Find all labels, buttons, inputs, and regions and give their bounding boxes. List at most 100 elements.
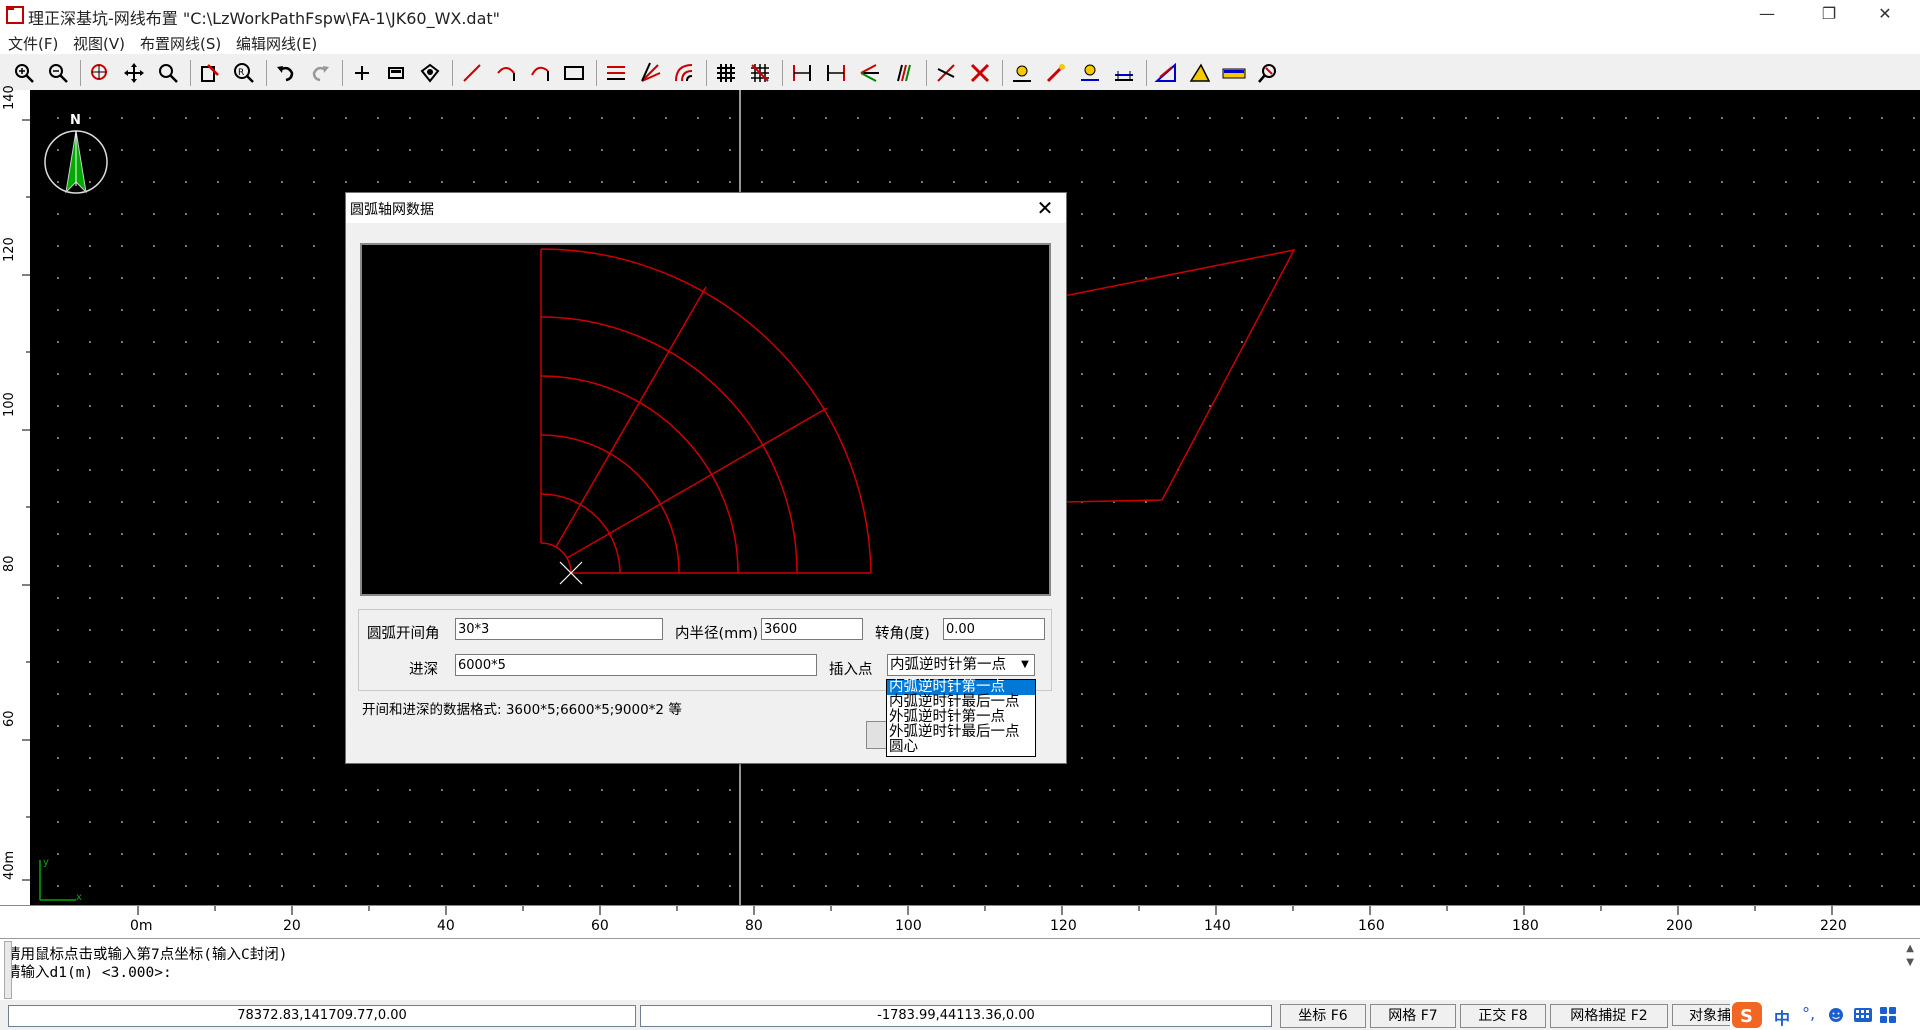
dialog-close-button[interactable]: ✕	[1032, 195, 1058, 221]
coord-toggle-button[interactable]: 坐标 F6	[1280, 1004, 1366, 1028]
emoji-icon[interactable]	[1828, 1007, 1844, 1023]
rectangle-select-icon[interactable]	[384, 61, 408, 85]
arc-bay-label: 圆弧开间角	[367, 626, 440, 642]
dialog-title: 圆弧轴网数据	[350, 202, 434, 218]
inspect-icon[interactable]	[1256, 61, 1280, 85]
dimension-2-icon[interactable]	[824, 61, 848, 85]
y-tick-label: 40m	[2, 850, 17, 880]
delete-icon[interactable]	[968, 61, 992, 85]
measure-icon[interactable]	[1112, 61, 1136, 85]
property-icon[interactable]	[418, 61, 442, 85]
redo-icon[interactable]	[308, 61, 332, 85]
dropdown-option[interactable]: 圆心	[887, 740, 1035, 755]
angle-icon[interactable]	[858, 61, 882, 85]
coordinate-readout-2: -1783.99,44113.36,0.00	[640, 1005, 1272, 1027]
arc-bay-input[interactable]: 30*3	[455, 618, 663, 640]
rotation-label: 转角(度)	[875, 626, 930, 642]
triangle-icon[interactable]	[1188, 61, 1212, 85]
pencil-icon[interactable]	[1044, 61, 1068, 85]
inner-radius-label: 内半径(mm)	[675, 626, 759, 642]
x-tick-label: 180	[1512, 918, 1539, 934]
app-icon	[6, 6, 24, 24]
dropdown-option[interactable]: 外弧逆时针第一点	[887, 710, 1035, 725]
y-tick-label: 60	[2, 710, 17, 727]
keyboard-icon[interactable]	[1854, 1008, 1872, 1022]
toolbar: R	[0, 54, 1920, 91]
arc-grid-dialog: 圆弧轴网数据 ✕ 圆弧开间角 30*3 内半径(mm) 3600 转角(度) 0…	[345, 192, 1067, 764]
zoom-in-icon[interactable]	[12, 61, 36, 85]
axis-icon[interactable]	[892, 61, 916, 85]
ortho-toggle-button[interactable]: 正交 F8	[1460, 1004, 1546, 1028]
rotation-input[interactable]: 0.00	[943, 618, 1045, 640]
x-tick-label: 160	[1358, 918, 1385, 934]
triangle-edit-icon[interactable]	[1154, 61, 1178, 85]
grid-delete-icon[interactable]	[748, 61, 772, 85]
x-tick-label: 20	[283, 918, 301, 934]
minimize-button[interactable]: —	[1744, 0, 1790, 30]
radial-lines-icon[interactable]	[638, 61, 662, 85]
x-tick-label: 220	[1820, 918, 1847, 934]
label-icon[interactable]	[1078, 61, 1102, 85]
insert-point-dropdown: 内弧逆时针第一点 内弧逆时针最后一点 外弧逆时针第一点 外弧逆时针最后一点 圆心	[886, 679, 1036, 757]
scroll-down-icon[interactable]: ▼	[1906, 957, 1914, 968]
depth-input[interactable]: 6000*5	[455, 654, 817, 676]
arc-lines-icon[interactable]	[672, 61, 696, 85]
zoom-window-icon[interactable]	[88, 61, 112, 85]
trim-icon[interactable]	[934, 61, 958, 85]
line-icon[interactable]	[460, 61, 484, 85]
ime-mode-label[interactable]: 中	[1774, 1005, 1790, 1029]
inner-radius-input[interactable]: 3600	[761, 618, 863, 640]
x-tick-label: 140	[1204, 918, 1231, 934]
ruler-icon[interactable]	[1222, 61, 1246, 85]
title-bar: 理正深基坑-网线布置 "C:\LzWorkPathFspw\FA-1\JK60_…	[0, 0, 1920, 30]
zoom-extents-icon[interactable]	[156, 61, 180, 85]
arc-icon[interactable]	[494, 61, 518, 85]
x-tick-label: 40	[437, 918, 455, 934]
dialog-title-bar[interactable]: 圆弧轴网数据 ✕	[346, 193, 1066, 223]
vertical-ruler: 140 120 100 80 60 40m	[0, 85, 31, 905]
command-scrollbar[interactable]	[4, 941, 12, 999]
dimension-icon[interactable]	[790, 61, 814, 85]
pan-icon[interactable]	[122, 61, 146, 85]
redraw-icon[interactable]	[198, 61, 222, 85]
point-icon[interactable]	[350, 61, 374, 85]
svg-text:R: R	[238, 68, 244, 78]
insert-point-select[interactable]: 内弧逆时针第一点 ▼	[887, 654, 1035, 676]
parallel-lines-icon[interactable]	[604, 61, 628, 85]
zoom-realtime-icon[interactable]: R	[232, 61, 256, 85]
menu-layout-grid[interactable]: 布置网线(S)	[140, 33, 221, 54]
menu-edit-grid[interactable]: 编辑网线(E)	[236, 33, 317, 54]
chevron-down-icon[interactable]: ▼	[1018, 657, 1032, 673]
horizontal-ruler: 0m 20 40 60 80 100 120 140 160 180 200 2…	[0, 905, 1920, 939]
zoom-out-icon[interactable]	[46, 61, 70, 85]
rectangle-icon[interactable]	[562, 61, 586, 85]
scroll-up-icon[interactable]: ▲	[1906, 943, 1914, 954]
coordinate-readout-1: 78372.83,141709.77,0.00	[8, 1005, 636, 1027]
grid-snap-toggle-button[interactable]: 网格捕捉 F2	[1550, 1004, 1668, 1028]
restore-button[interactable]: ❐	[1806, 0, 1852, 30]
arc-reverse-icon[interactable]	[528, 61, 552, 85]
dropdown-option[interactable]: 内弧逆时针第一点	[887, 680, 1035, 695]
y-tick-label: 100	[2, 392, 17, 417]
insert-point-label: 插入点	[829, 662, 873, 678]
punctuation-icon[interactable]: °,	[1802, 1004, 1815, 1023]
close-window-button[interactable]: ✕	[1862, 0, 1908, 30]
x-tick-label: 0m	[130, 918, 153, 934]
node-icon[interactable]	[1010, 61, 1034, 85]
dropdown-option[interactable]: 外弧逆时针最后一点	[887, 725, 1035, 740]
x-tick-label: 100	[895, 918, 922, 934]
ime-grid-icon[interactable]	[1880, 1007, 1896, 1023]
sogou-logo-icon[interactable]: S	[1730, 1000, 1764, 1030]
grid-icon[interactable]	[714, 61, 738, 85]
north-label: N	[70, 113, 81, 128]
undo-icon[interactable]	[274, 61, 298, 85]
command-line[interactable]: 请用鼠标点击或输入第7点坐标(输入C封闭) 请输入d1(m) <3.000>: …	[0, 938, 1920, 1001]
menu-view[interactable]: 视图(V)	[73, 33, 125, 54]
drawn-polyline	[1063, 248, 1296, 503]
dropdown-option[interactable]: 内弧逆时针最后一点	[887, 695, 1035, 710]
menu-file[interactable]: 文件(F)	[8, 33, 58, 54]
grid-toggle-button[interactable]: 网格 F7	[1370, 1004, 1456, 1028]
x-tick-label: 200	[1666, 918, 1693, 934]
command-input-line[interactable]: 请输入d1(m) <3.000>:	[6, 961, 172, 982]
x-tick-label: 120	[1050, 918, 1077, 934]
